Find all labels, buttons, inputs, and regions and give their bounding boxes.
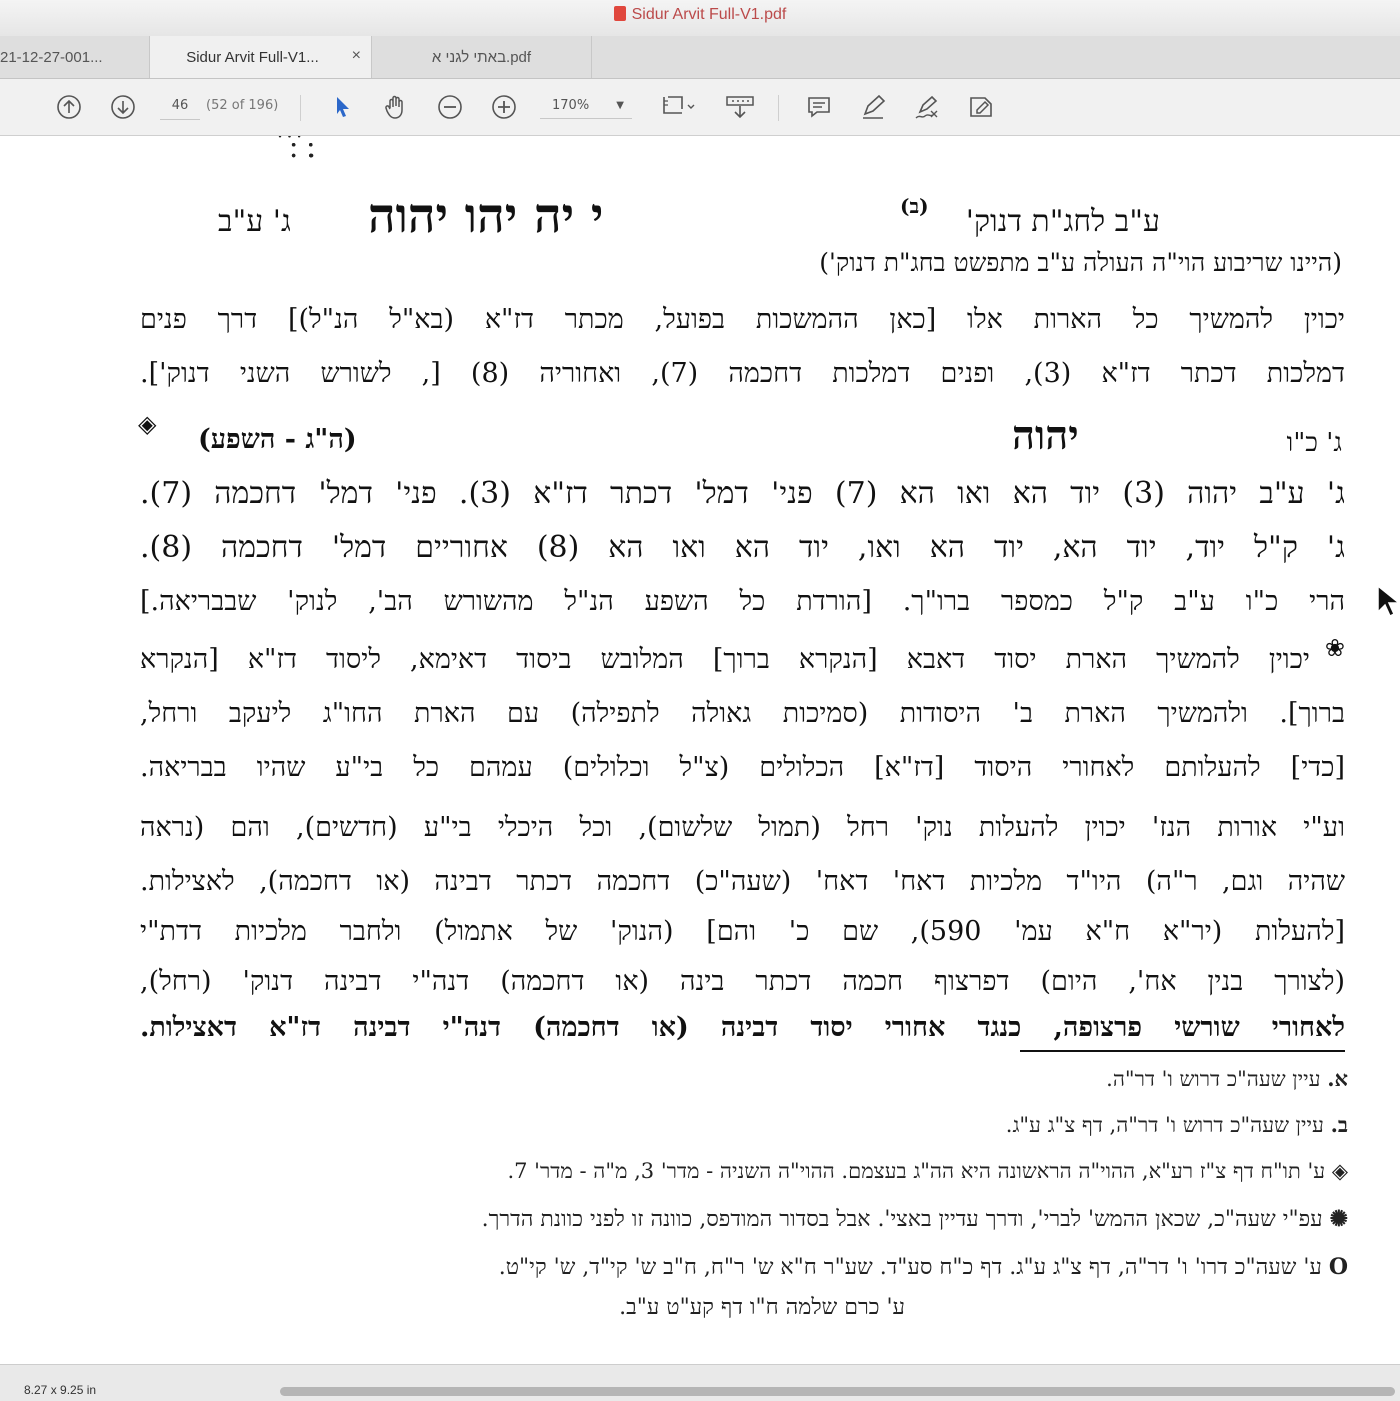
select-arrow-icon[interactable] (326, 91, 358, 123)
page-count: (52 of 196) (206, 98, 279, 113)
flower-icon: ✺ (1329, 1206, 1348, 1232)
top-cutoff-text: ׁ ׃ׄ׃ׄ׃ ׁ ׃ׄ׃ׁ׃ׁ. (280, 136, 317, 165)
gc-shefa: (ה"ג - השפע) (198, 424, 357, 455)
paragraph-1-line-1: יכוין להמשיך כל הארות אלו [כאן ההמשכות ב… (140, 304, 1345, 335)
scroll-up-icon[interactable] (53, 91, 85, 123)
chevron-down-icon: ▼ (616, 100, 624, 111)
footnote-diamond: ◈ ע' תו"ח דף צ"ז רע"א, ההוי"ה הראשונה הי… (507, 1158, 1348, 1183)
paragraph-3-line-5: לאחורי שורשי פרצופה, כנגד אחורי יסוד דבי… (140, 1012, 1345, 1043)
pdf-page: ׁ ׃ׄ׃ׄ׃ ׁ ׃ׄ׃ׁ׃ׁ. ג' ע"ב י יה יהו יהוה ע… (0, 136, 1400, 1364)
paragraph-3-line-1: וע"י אורות הנז' יכוין להעלות נוק' רחל (ת… (140, 812, 1345, 843)
footnote-circle: O ע' שעה"כ דרו' ו' דר"ה, דף צ"ג ע"ג. דף … (498, 1254, 1348, 1280)
close-tab-icon[interactable]: × (352, 47, 361, 65)
tab-sidur-arvit[interactable]: Sidur Arvit Full-V1... × (150, 36, 372, 78)
sign-icon[interactable] (911, 91, 943, 123)
window-title: Sidur Arvit Full-V1.pdf (0, 6, 1400, 24)
header-footnote-mark: (ב) (900, 194, 929, 218)
page-size-label: 8.27 x 9.25 in (24, 1383, 97, 1397)
ab-line: ג' ע"ב יהוה (3) יוד הא ואו הא (7) פני' ד… (140, 476, 1346, 511)
zoom-out-icon[interactable] (434, 91, 466, 123)
tab-baati-legani[interactable]: באתי לגני א.pdf (372, 36, 592, 78)
circle-icon: O (1328, 1254, 1348, 1280)
page-number-input[interactable]: 46 (160, 93, 200, 120)
footnote-a: א. עיין שעה"כ דרוש ו' דר"ה. (1106, 1066, 1348, 1091)
zoom-select[interactable]: 170% ▼ (540, 93, 632, 119)
header-title: י יה יהו יהוה (368, 188, 604, 244)
header-left-label: ג' ע"ב (218, 204, 291, 239)
footnote-rule (1020, 1050, 1345, 1052)
footnote-b: ב. עיין שעה"כ דרוש ו' דר"ה, דף צ"ג ע"ג. (1005, 1112, 1348, 1137)
markup-icon[interactable] (965, 91, 997, 123)
tab-bar: 21-12-27-001... Sidur Arvit Full-V1... ×… (0, 36, 1400, 79)
footnote-continuation: ע' כרם שלמה ח"ו דף קע"ט ע"ב. (619, 1295, 905, 1320)
paragraph-2-line-2: ברוך]. ולהמשיך הארת ב' היסודות (סמיכות ג… (140, 698, 1345, 729)
horizontal-scrollbar[interactable] (280, 1387, 1395, 1396)
footnote-flower: ✺ עפ"י שעה"כ, שכאן ההמש' לברי', ודרך עדי… (481, 1206, 1348, 1232)
tab-document-1[interactable]: 21-12-27-001... (0, 36, 150, 78)
toolbar-separator (778, 95, 779, 121)
hari-line: הרי כ"ו ע"ב ק"ל כמספר ברו"ך. [הורדת כל ה… (140, 586, 1345, 617)
mouse-cursor-icon (1377, 584, 1400, 618)
flower-note-icon: ❀ (1324, 634, 1345, 662)
status-bar: 8.27 x 9.25 in (0, 1364, 1400, 1401)
crop-icon[interactable] (656, 91, 700, 123)
kl-line: ג' ק"ל יוד, יוד הא, יוד הא ואו, יוד הא ו… (140, 530, 1345, 565)
pdf-file-icon (613, 6, 626, 21)
diamond-icon: ◈ (1331, 1158, 1348, 1183)
header-subtitle: (היינו שריבוע הוי"ה העולה ע"ב מתפשט בחג"… (819, 248, 1342, 277)
pen-icon[interactable] (857, 91, 889, 123)
paragraph-2-line-3: [כדי] להעלותם לאחורי היסוד [דז"א] הכלולי… (140, 752, 1345, 783)
paragraph-3-line-4: (לצורך בנין אח', היום) דפרצוף חכמה דכתר … (140, 966, 1345, 997)
toolbar: 46 (52 of 196) 170% ▼ (0, 79, 1400, 136)
paragraph-3-line-3: [להעלות (יר"א ח"א עמ' 590), שם כ' והם] (… (140, 916, 1345, 947)
hand-icon[interactable] (380, 91, 412, 123)
window-titlebar: Sidur Arvit Full-V1.pdf (0, 0, 1400, 36)
paragraph-3-line-2: שהיה וגם, ר"ה) היו"ד מלכיות דאח' דאח' (ש… (140, 866, 1345, 897)
paragraph-1-line-2: דמלכות דכתר דז"א (3), ופנים דמלכות דחכמה… (140, 358, 1345, 389)
scroll-down-icon[interactable] (107, 91, 139, 123)
zoom-in-icon[interactable] (488, 91, 520, 123)
header-right-label: ע"ב לחג"ת דנוק' (965, 204, 1160, 239)
gc-name: יהוה (1012, 412, 1079, 459)
comment-icon[interactable] (803, 91, 835, 123)
paragraph-2-line-1: יכוין להמשיך הארת יסוד דאבא [הנקרא ברוך]… (140, 644, 1310, 675)
insert-icon[interactable] (722, 91, 758, 123)
diamond-note-icon: ◈ (138, 410, 157, 438)
toolbar-separator (300, 95, 301, 121)
gc-label: ג' כ"ו (1286, 428, 1342, 458)
